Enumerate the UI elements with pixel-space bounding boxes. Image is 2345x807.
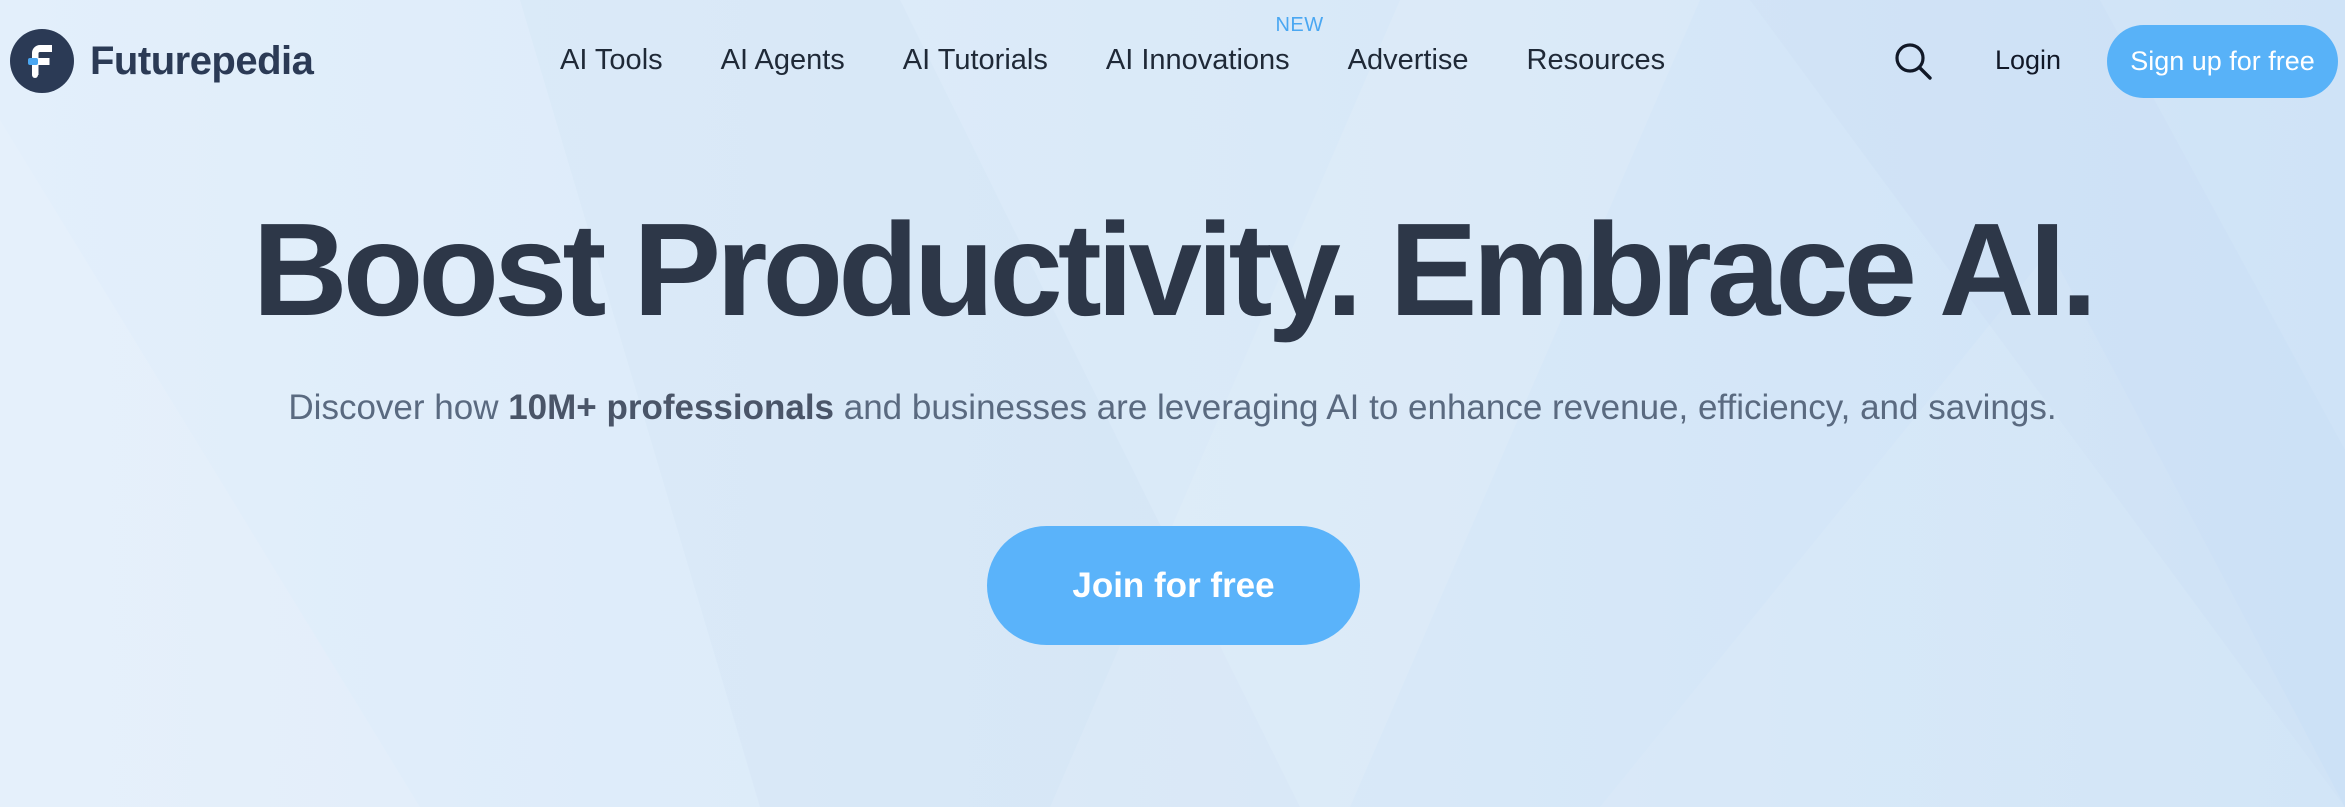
logo-link[interactable]: Futurepedia [10,29,314,93]
new-badge: NEW [1275,13,1324,36]
nav-ai-tools[interactable]: AI Tools [560,44,663,77]
signup-button[interactable]: Sign up for free [2107,25,2338,98]
hero-subtitle-suffix: and businesses are leveraging AI to enha… [834,388,2057,427]
logo-text: Futurepedia [90,38,314,83]
top-navigation: Futurepedia AI Tools AI Agents AI Tutori… [0,0,2345,120]
login-link[interactable]: Login [1995,0,2061,120]
nav-advertise[interactable]: Advertise [1348,44,1469,77]
nav-ai-agents[interactable]: AI Agents [721,44,845,77]
futurepedia-logo-icon [10,29,74,93]
nav-ai-innovations[interactable]: AI Innovations NEW [1105,14,1323,77]
search-icon [1895,43,1932,80]
nav-ai-tutorials[interactable]: AI Tutorials [903,44,1048,77]
hero-title: Boost Productivity. Embrace AI. [252,196,2097,343]
main-nav: AI Tools AI Agents AI Tutorials AI Innov… [560,0,1665,120]
search-button[interactable] [1893,41,1933,81]
nav-resources[interactable]: Resources [1527,44,1666,77]
hero-subtitle: Discover how 10M+ professionals and busi… [0,388,2345,428]
nav-ai-innovations-label: AI Innovations [1105,43,1290,76]
hero-subtitle-prefix: Discover how [288,388,509,427]
hero-subtitle-highlight: 10M+ professionals [508,388,835,427]
join-for-free-button[interactable]: Join for free [987,526,1360,645]
